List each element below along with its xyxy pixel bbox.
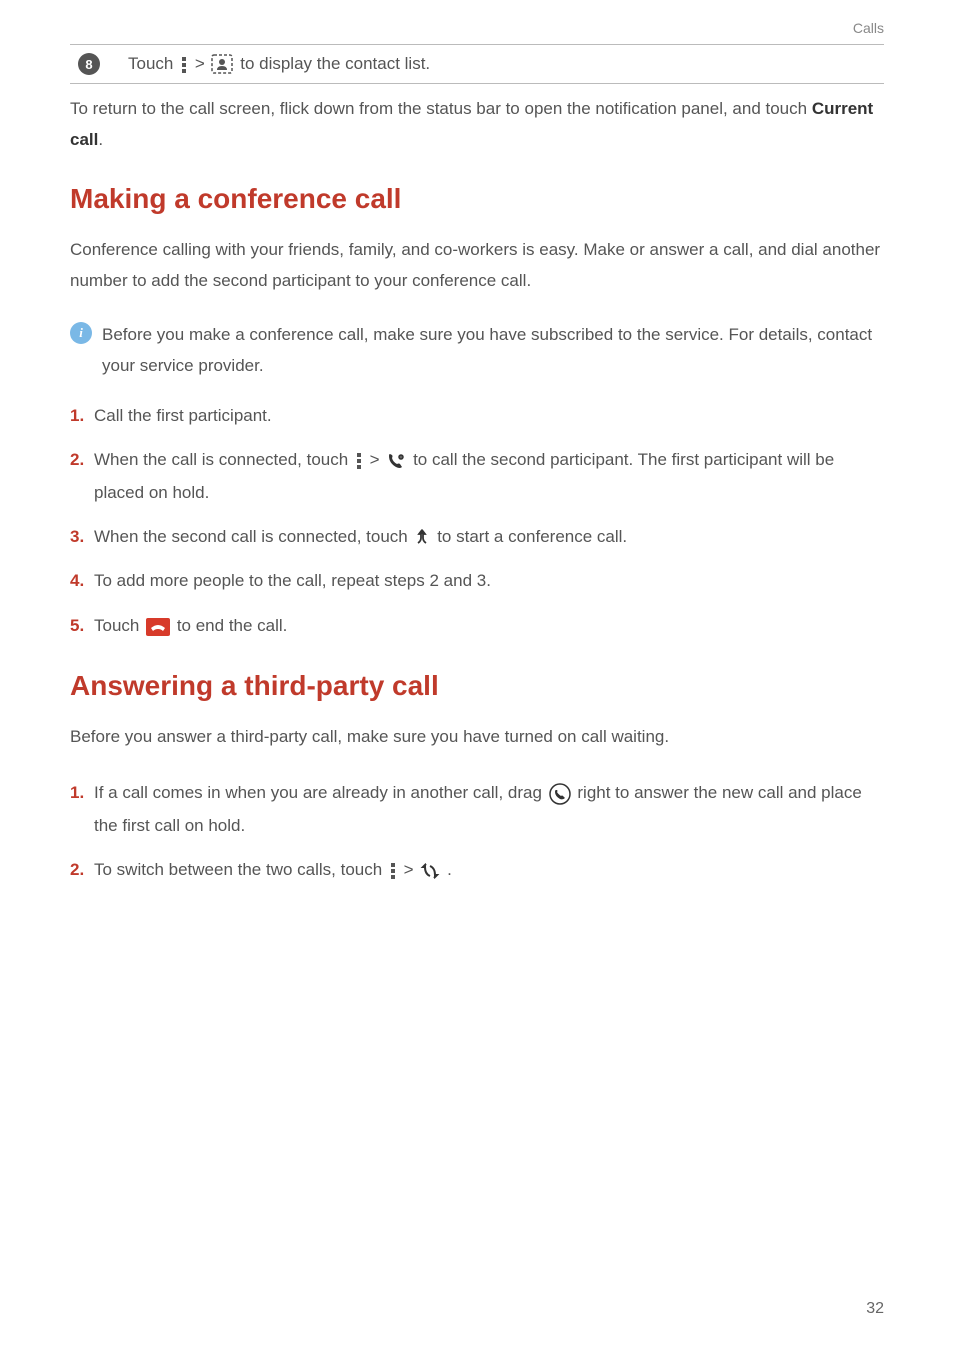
step-text-a: If a call comes in when you are already … xyxy=(94,783,547,802)
step-number: 1. xyxy=(70,777,94,809)
page-header-label: Calls xyxy=(70,20,884,36)
step-text: To add more people to the call, repeat s… xyxy=(94,565,884,597)
answer-call-drag-icon xyxy=(549,777,571,809)
step-text-b: to start a conference call. xyxy=(437,527,627,546)
overflow-menu-icon xyxy=(389,854,397,886)
step-number: 3. xyxy=(70,521,94,553)
add-call-icon xyxy=(386,444,406,476)
info-callout: i Before you make a conference call, mak… xyxy=(70,320,884,381)
conf-step-1: 1. Call the first participant. xyxy=(70,400,884,432)
step-text-b: > xyxy=(370,450,385,469)
info-icon: i xyxy=(70,322,92,344)
return-text-pre: To return to the call screen, flick down… xyxy=(70,99,812,118)
step-text-b: > xyxy=(404,860,419,879)
third-step-2: 2. To switch between the two calls, touc… xyxy=(70,854,884,887)
step-text-c: . xyxy=(447,860,452,879)
step-number: 5. xyxy=(70,610,94,642)
info-text: Before you make a conference call, make … xyxy=(102,320,884,381)
contact-list-icon xyxy=(211,54,233,75)
step-number: 1. xyxy=(70,400,94,432)
step-8-text-post: to display the contact list. xyxy=(240,54,430,73)
step-8-text-mid: > xyxy=(195,54,210,73)
step-number: 2. xyxy=(70,854,94,886)
step-number: 4. xyxy=(70,565,94,597)
step-number-badge-8: 8 xyxy=(78,53,100,75)
conf-step-2: 2. When the call is connected, touch > t… xyxy=(70,444,884,509)
step-text-a: When the call is connected, touch xyxy=(94,450,353,469)
return-instruction: To return to the call screen, flick down… xyxy=(70,94,884,155)
third-party-heading: Answering a third-party call xyxy=(70,670,884,702)
step-text-a: To switch between the two calls, touch xyxy=(94,860,387,879)
step-text-b: to end the call. xyxy=(177,616,288,635)
third-party-intro: Before you answer a third-party call, ma… xyxy=(70,722,884,753)
step-text-a: When the second call is connected, touch xyxy=(94,527,412,546)
step-number: 2. xyxy=(70,444,94,476)
step-text-a: Touch xyxy=(94,616,144,635)
overflow-menu-icon xyxy=(355,444,363,476)
return-text-post: . xyxy=(98,130,103,149)
end-call-icon xyxy=(146,610,170,642)
merge-calls-icon xyxy=(414,521,430,553)
step-8-row: 8 Touch > to display the contact list. xyxy=(70,45,884,83)
conference-call-heading: Making a conference call xyxy=(70,183,884,215)
third-step-1: 1. If a call comes in when you are alrea… xyxy=(70,777,884,842)
swap-calls-icon xyxy=(420,854,440,886)
conf-step-5: 5. Touch to end the call. xyxy=(70,610,884,643)
step-text: Call the first participant. xyxy=(94,400,884,432)
overflow-menu-icon xyxy=(180,54,188,74)
conf-step-4: 4. To add more people to the call, repea… xyxy=(70,565,884,597)
divider-bottom xyxy=(70,83,884,84)
step-8-text-pre: Touch xyxy=(128,54,178,73)
conf-step-3: 3. When the second call is connected, to… xyxy=(70,521,884,554)
page-number: 32 xyxy=(866,1300,884,1318)
conference-call-intro: Conference calling with your friends, fa… xyxy=(70,235,884,296)
